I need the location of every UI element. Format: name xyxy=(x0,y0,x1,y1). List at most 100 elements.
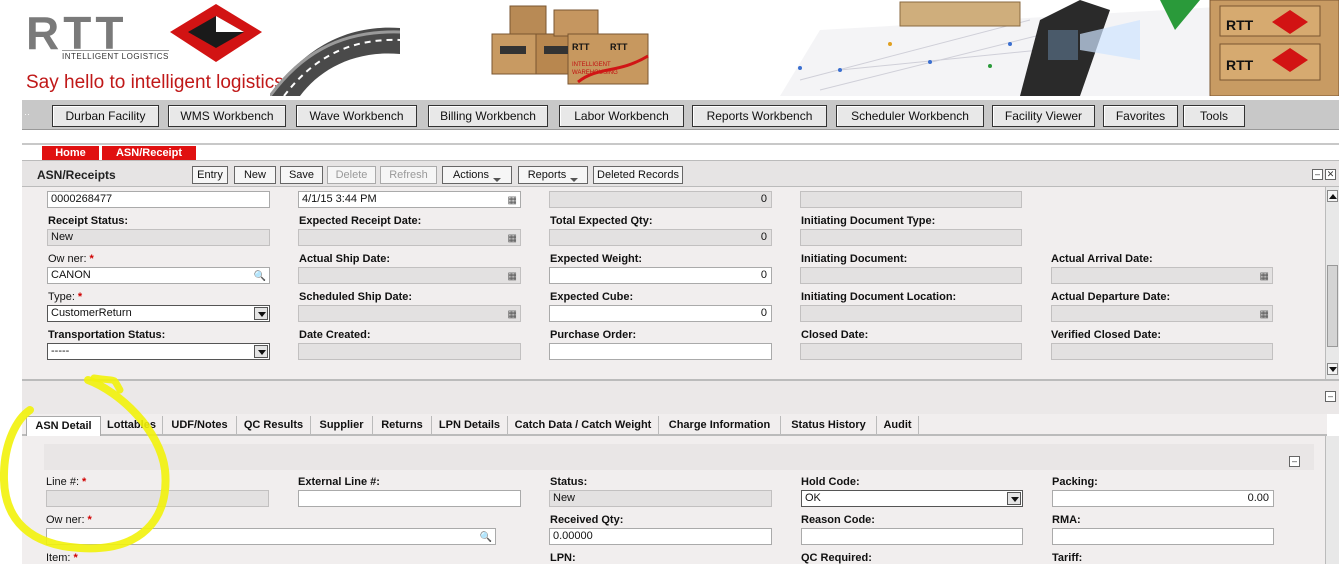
reports-menu-button[interactable]: Reports xyxy=(518,166,588,184)
asn-header-form: 0000268477 4/1/15 3:44 PM ▦ 0 Receipt Sta… xyxy=(22,187,1339,379)
nav-wms-workbench[interactable]: WMS Workbench xyxy=(168,105,286,127)
nav-durban-facility[interactable]: Durban Facility xyxy=(52,105,159,127)
new-button[interactable]: New xyxy=(234,166,276,184)
svg-text:RTT: RTT xyxy=(1226,17,1254,33)
purchase-order-field[interactable] xyxy=(549,343,772,360)
expected-receipt-date-field[interactable]: ▦ xyxy=(298,229,521,246)
received-qty-field[interactable]: 0.00000 xyxy=(549,528,772,545)
app-banner: RTT INTELLIGENT LOGISTICS Say hello to i… xyxy=(0,0,1339,100)
chevron-down-icon xyxy=(493,178,502,182)
deleted-records-button[interactable]: Deleted Records xyxy=(593,166,683,184)
tab-supplier[interactable]: Supplier xyxy=(311,416,373,436)
chevron-down-icon[interactable] xyxy=(254,307,268,320)
refresh-button[interactable]: Refresh xyxy=(380,166,437,184)
receipt-date-field[interactable]: 4/1/15 3:44 PM ▦ xyxy=(298,191,521,208)
save-button[interactable]: Save xyxy=(280,166,323,184)
initiating-document-field xyxy=(800,267,1022,284)
nav-handle-icon[interactable]: ·· xyxy=(24,109,30,119)
scheduled-ship-date-field[interactable]: ▦ xyxy=(298,305,521,322)
actions-menu-button[interactable]: Actions xyxy=(442,166,512,184)
actual-departure-date-field[interactable]: ▦ xyxy=(1051,305,1273,322)
nav-facility-viewer[interactable]: Facility Viewer xyxy=(992,105,1095,127)
logistics-collage-image: RTT RTT xyxy=(780,0,1339,96)
transportation-status-label: Transportation Status: xyxy=(48,329,166,341)
chevron-down-icon[interactable] xyxy=(1007,492,1021,505)
external-line-field[interactable] xyxy=(298,490,521,507)
calendar-icon[interactable]: ▦ xyxy=(508,231,517,245)
header-scrollbar[interactable] xyxy=(1325,187,1339,379)
tab-asn-detail[interactable]: ASN Detail xyxy=(26,416,101,436)
calendar-icon[interactable]: ▦ xyxy=(1260,307,1269,321)
transportation-status-value: ----- xyxy=(51,345,70,357)
detail-status-label: Status: xyxy=(550,476,588,488)
expected-cube-field[interactable]: 0 xyxy=(549,305,772,322)
hold-code-select[interactable]: OK xyxy=(801,490,1023,507)
calendar-icon[interactable]: ▦ xyxy=(508,269,517,283)
detail-owner-label-text: Ow ner: xyxy=(46,514,85,526)
verified-closed-date-label: Verified Closed Date: xyxy=(1051,329,1162,341)
svg-text:RTT: RTT xyxy=(610,42,628,52)
tab-lottables[interactable]: Lottables xyxy=(101,416,163,436)
scroll-thumb[interactable] xyxy=(1327,265,1338,347)
tab-udf-notes[interactable]: UDF/Notes xyxy=(163,416,237,436)
breadcrumb: Home ASN/Receipt xyxy=(22,143,1339,162)
nav-reports-workbench[interactable]: Reports Workbench xyxy=(692,105,827,127)
calendar-icon[interactable]: ▦ xyxy=(1260,269,1269,283)
close-icon[interactable]: ✕ xyxy=(1325,169,1336,180)
closed-date-field xyxy=(800,343,1022,360)
tab-returns[interactable]: Returns xyxy=(373,416,432,436)
search-icon[interactable]: 🔍 xyxy=(254,269,266,283)
delete-button[interactable]: Delete xyxy=(327,166,376,184)
tab-charge-information[interactable]: Charge Information xyxy=(659,416,781,436)
total-expected-qty-label: Total Expected Qty: xyxy=(550,215,653,227)
calendar-icon[interactable]: ▦ xyxy=(508,307,517,321)
actions-label: Actions xyxy=(452,169,490,181)
tab-qc-results[interactable]: QC Results xyxy=(237,416,311,436)
chevron-down-icon[interactable] xyxy=(254,345,268,358)
expected-weight-field[interactable]: 0 xyxy=(549,267,772,284)
initiating-document-type-label: Initiating Document Type: xyxy=(801,215,936,227)
actual-ship-date-field[interactable]: ▦ xyxy=(298,267,521,284)
tab-audit[interactable]: Audit xyxy=(877,416,919,436)
rtt-logo-subtext: INTELLIGENT LOGISTICS xyxy=(62,50,169,61)
tab-lpn-details[interactable]: LPN Details xyxy=(432,416,508,436)
owner-value: CANON xyxy=(51,269,91,281)
transportation-status-select[interactable]: ----- xyxy=(47,343,270,360)
nav-scheduler-workbench[interactable]: Scheduler Workbench xyxy=(836,105,984,127)
expected-weight-label: Expected Weight: xyxy=(550,253,643,265)
banner-tagline: Say hello to intelligent logistics. xyxy=(26,72,289,93)
scroll-up-icon[interactable] xyxy=(1327,190,1338,202)
collapse-icon[interactable]: – xyxy=(1325,391,1336,402)
reason-code-field[interactable] xyxy=(801,528,1023,545)
minimize-icon[interactable]: – xyxy=(1312,169,1323,180)
nav-tools[interactable]: Tools xyxy=(1183,105,1245,127)
entry-button[interactable]: Entry xyxy=(192,166,228,184)
actual-ship-date-label: Actual Ship Date: xyxy=(299,253,391,265)
search-icon[interactable]: 🔍 xyxy=(480,530,492,544)
main-nav-bar: ·· Durban Facility WMS Workbench Wave Wo… xyxy=(22,100,1339,130)
nav-billing-workbench[interactable]: Billing Workbench xyxy=(428,105,548,127)
type-select[interactable]: CustomerReturn xyxy=(47,305,270,322)
rma-field[interactable] xyxy=(1052,528,1274,545)
purchase-order-label: Purchase Order: xyxy=(550,329,637,341)
detail-owner-label: Ow ner: * xyxy=(46,514,92,526)
calendar-icon[interactable]: ▦ xyxy=(508,193,517,207)
date-created-field xyxy=(298,343,521,360)
nav-wave-workbench[interactable]: Wave Workbench xyxy=(296,105,417,127)
detail-scrollbar[interactable] xyxy=(1325,436,1339,564)
tab-catch-data[interactable]: Catch Data / Catch Weight xyxy=(508,416,659,436)
actual-arrival-date-field[interactable]: ▦ xyxy=(1051,267,1273,284)
owner-field[interactable]: CANON 🔍 xyxy=(47,267,270,284)
packing-field[interactable]: 0.00 xyxy=(1052,490,1274,507)
hold-code-label: Hold Code: xyxy=(801,476,860,488)
scroll-down-icon[interactable] xyxy=(1327,363,1338,375)
tab-status-history[interactable]: Status History xyxy=(781,416,877,436)
receipt-number-field[interactable]: 0000268477 xyxy=(47,191,270,208)
total-expected-qty-field: 0 xyxy=(549,229,772,246)
nav-labor-workbench[interactable]: Labor Workbench xyxy=(559,105,684,127)
detail-owner-field[interactable]: 🔍 xyxy=(46,528,496,545)
collapse-icon[interactable]: – xyxy=(1289,456,1300,467)
nav-favorites[interactable]: Favorites xyxy=(1103,105,1178,127)
line-number-field xyxy=(46,490,269,507)
initiating-document-type-field xyxy=(800,229,1022,246)
